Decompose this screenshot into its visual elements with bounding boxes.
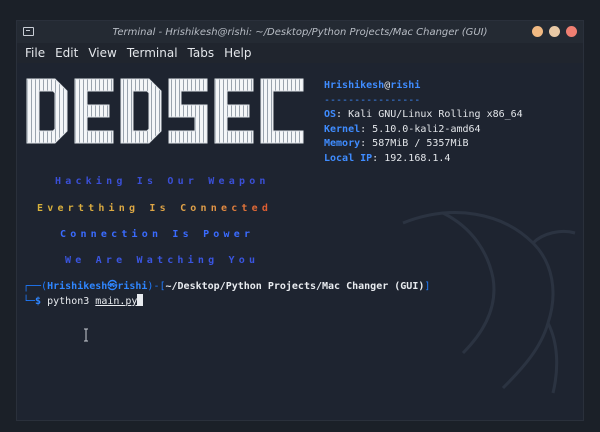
shell-prompt: ┌──(Hrishikesh㉿rishi)-[~/Desktop/Python … [23,280,430,309]
title-bar[interactable]: Terminal - Hrishikesh@rishi: ~/Desktop/P… [17,21,583,43]
prompt-path: ~/Desktop/Python Projects/Mac Changer (G… [165,281,425,292]
system-info: Hrishikesh@rishi ---------------- OS: Ka… [324,79,523,166]
maximize-button[interactable] [549,26,560,37]
sysinfo-row-kernel: Kernel: 5.10.0-kali2-amd64 [324,123,481,135]
sysinfo-value: Kali GNU/Linux Rolling x86_64 [348,109,523,120]
tagline-watching: We Are Watching You [65,255,260,266]
minimize-button[interactable] [532,26,543,37]
sysinfo-row-os: OS: Kali GNU/Linux Rolling x86_64 [324,109,523,120]
command-argument: main.py [95,296,138,307]
terminal-window: Terminal - Hrishikesh@rishi: ~/Desktop/P… [16,20,584,421]
menu-tabs[interactable]: Tabs [188,46,221,60]
sysinfo-value: 587MiB / 5357MiB [372,138,469,149]
sysinfo-key: Local IP [324,152,373,164]
menu-bar: File Edit View Terminal Tabs Help [17,43,583,63]
terminal-app-icon [23,27,34,36]
prompt-line-1: ┌──(Hrishikesh㉿rishi)-[~/Desktop/Python … [23,281,431,292]
terminal-output[interactable]: Hacking Is Our Weapon Evertthing Is Conn… [17,63,583,422]
sysinfo-value: 192.168.1.4 [384,152,451,164]
command-text: python3 [47,296,90,307]
menu-file[interactable]: File [25,46,51,60]
user-host-line: Hrishikesh@rishi [324,79,523,94]
menu-help[interactable]: Help [224,46,257,60]
sysinfo-value: 5.10.0-kali2-amd64 [372,123,481,135]
sysinfo-row-memory: Memory: 587MiB / 5357MiB [324,138,469,149]
sysinfo-user: Hrishikesh [324,80,385,91]
sysinfo-key: OS [324,109,337,120]
window-controls [532,26,577,37]
sysinfo-host: rishi [390,80,421,91]
dedsec-logo [26,78,304,144]
window-title: Terminal - Hrishikesh@rishi: ~/Desktop/P… [112,26,488,38]
text-cursor [137,294,144,306]
tagline-power: Connection Is Power [60,229,255,240]
sysinfo-key: Memory [324,138,361,149]
sysinfo-separator: ---------------- [324,94,421,106]
menu-edit[interactable]: Edit [55,46,84,60]
tagline-connected: Evertthing Is Connected [37,203,273,214]
tagline-hacking: Hacking Is Our Weapon [55,176,270,187]
menu-terminal[interactable]: Terminal [127,46,184,60]
sysinfo-row-local-ip: Local IP: 192.168.1.4 [324,152,451,164]
sysinfo-key: Kernel [324,123,361,135]
prompt-line-2: └─$ python3 main.py [23,294,430,309]
close-button[interactable] [566,26,577,37]
mouse-ibeam-icon [84,328,88,342]
prompt-user: Hrishikesh [47,281,108,292]
menu-view[interactable]: View [88,46,122,60]
prompt-host: rishi [117,281,148,292]
